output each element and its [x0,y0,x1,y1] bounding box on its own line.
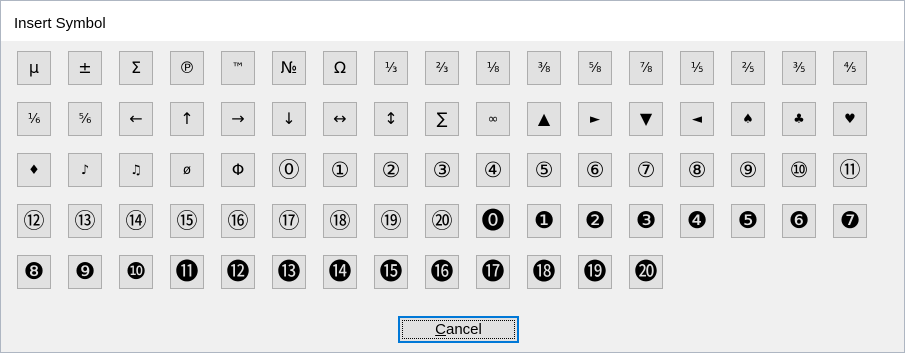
symbol-button[interactable]: ❶ [527,204,561,238]
symbol-button[interactable]: → [221,102,255,136]
symbol-button[interactable]: ⑬ [68,204,102,238]
symbol-button[interactable]: ⅗ [782,51,816,85]
symbol-button[interactable]: Φ [221,153,255,187]
symbol-button[interactable]: ② [374,153,408,187]
symbol-button[interactable]: ⓳ [578,255,612,289]
symbol-button[interactable]: ⅝ [578,51,612,85]
symbol-button[interactable]: ⑧ [680,153,714,187]
symbol-button[interactable]: ⑩ [782,153,816,187]
symbol-button[interactable]: ⓪ [272,153,306,187]
symbol-button[interactable]: ⓱ [476,255,510,289]
symbol-button[interactable]: ♣ [782,102,816,136]
symbol-button[interactable]: µ [17,51,51,85]
symbol-button[interactable]: ⓰ [425,255,459,289]
insert-symbol-dialog: Insert Symbol µ ± Σ ℗ ™ № Ω ⅓ ⅔ ⅛ ⅜ ⅝ ⅞ ⅕ ⅖ ⅗ ⅘ ⅙ ⅚ ← ↑ → ↓ ↔ ↕ ∑… [0,0,905,353]
symbol-button[interactable]: ♥ [833,102,867,136]
symbol-button[interactable]: ← [119,102,153,136]
symbol-button[interactable]: ❻ [782,204,816,238]
symbol-button[interactable]: ⅛ [476,51,510,85]
symbol-button[interactable]: ↔ [323,102,357,136]
symbol-button[interactable]: ⓫ [170,255,204,289]
title-bar: Insert Symbol [1,1,904,41]
symbol-button[interactable]: ④ [476,153,510,187]
symbol-button[interactable]: ❿ [119,255,153,289]
symbol-button[interactable]: ⑮ [170,204,204,238]
symbol-button[interactable]: ⓯ [374,255,408,289]
symbol-button[interactable]: ❽ [17,255,51,289]
symbol-button[interactable]: ⅘ [833,51,867,85]
symbol-grid: µ ± Σ ℗ ™ № Ω ⅓ ⅔ ⅛ ⅜ ⅝ ⅞ ⅕ ⅖ ⅗ ⅘ ⅙ ⅚ ← ↑ → ↓ ↔ ↕ ∑ ∞ ▲ ► ▼ ◄ ♠ ♣ ♥ ♦ ♪ ♫ ø Φ ⓪… [17,51,867,289]
symbol-button[interactable]: ① [323,153,357,187]
symbol-button[interactable]: Σ [119,51,153,85]
symbol-button[interactable]: ℗ [170,51,204,85]
symbol-button[interactable]: ø [170,153,204,187]
symbol-button[interactable]: ⅜ [527,51,561,85]
symbol-button[interactable]: ⅞ [629,51,663,85]
symbol-button[interactable]: ⅙ [17,102,51,136]
cancel-mnemonic: C [435,321,446,338]
symbol-button[interactable]: ⑯ [221,204,255,238]
symbol-button[interactable]: ► [578,102,612,136]
symbol-button[interactable]: ⑥ [578,153,612,187]
symbol-button[interactable]: ⓮ [323,255,357,289]
symbol-button[interactable]: ❷ [578,204,612,238]
symbol-button[interactable]: ❹ [680,204,714,238]
symbol-button[interactable]: ⑫ [17,204,51,238]
symbol-button[interactable]: ⓲ [527,255,561,289]
symbol-button[interactable]: ⅓ [374,51,408,85]
symbol-button[interactable]: ⅕ [680,51,714,85]
symbol-button[interactable]: ⓴ [629,255,663,289]
symbol-button[interactable]: ↑ [170,102,204,136]
symbol-button[interactable]: ❾ [68,255,102,289]
symbol-button[interactable]: ♫ [119,153,153,187]
symbol-button[interactable]: ⑦ [629,153,663,187]
symbol-button[interactable]: ⑲ [374,204,408,238]
symbol-button[interactable]: ⑳ [425,204,459,238]
symbol-button[interactable]: ♠ [731,102,765,136]
symbol-button[interactable]: ⑤ [527,153,561,187]
symbol-button[interactable]: ♪ [68,153,102,187]
symbol-button[interactable]: ⅖ [731,51,765,85]
symbol-button[interactable]: ∞ [476,102,510,136]
symbol-button[interactable]: ⑱ [323,204,357,238]
symbol-button[interactable]: ⓭ [272,255,306,289]
symbol-button[interactable]: ⑭ [119,204,153,238]
symbol-button[interactable]: ⅚ [68,102,102,136]
cancel-button[interactable]: Cancel [398,316,519,343]
symbol-button[interactable]: ∑ [425,102,459,136]
symbol-button[interactable]: ▲ [527,102,561,136]
symbol-button[interactable]: ❼ [833,204,867,238]
symbol-button[interactable]: ™ [221,51,255,85]
symbol-button[interactable]: ⓿ [476,204,510,238]
symbol-button[interactable]: ♦ [17,153,51,187]
symbol-button[interactable]: ③ [425,153,459,187]
symbol-button[interactable]: ◄ [680,102,714,136]
symbol-button[interactable]: ▼ [629,102,663,136]
symbol-button[interactable]: № [272,51,306,85]
symbol-button[interactable]: ⑪ [833,153,867,187]
cancel-button-label: Cancel [435,321,482,338]
symbol-button[interactable]: ↓ [272,102,306,136]
symbol-button[interactable]: ↕ [374,102,408,136]
dialog-title: Insert Symbol [14,15,106,32]
symbol-button[interactable]: ❸ [629,204,663,238]
symbol-button[interactable]: ± [68,51,102,85]
cancel-label-rest: ancel [445,321,482,338]
symbol-button[interactable]: ⅔ [425,51,459,85]
symbol-button[interactable]: ⓬ [221,255,255,289]
symbol-button[interactable]: ⑰ [272,204,306,238]
symbol-button[interactable]: Ω [323,51,357,85]
symbol-button[interactable]: ⑨ [731,153,765,187]
symbol-button[interactable]: ❺ [731,204,765,238]
